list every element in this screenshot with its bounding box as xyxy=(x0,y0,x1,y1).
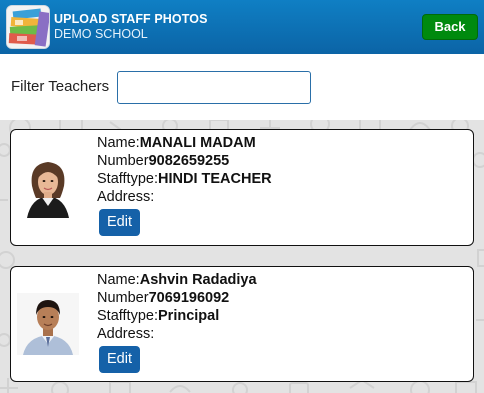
name-label: Name: xyxy=(97,135,140,151)
address-label: Address: xyxy=(97,326,155,342)
stafftype-row: Stafftype:HINDI TEACHER xyxy=(97,170,272,188)
address-row: Address: xyxy=(97,188,272,206)
staff-number: 9082659255 xyxy=(148,153,230,169)
staff-type: HINDI TEACHER xyxy=(158,171,272,187)
address-row: Address: xyxy=(97,325,257,343)
number-row: Number7069196092 xyxy=(97,289,257,307)
address-label: Address: xyxy=(97,189,155,205)
filter-teachers-input[interactable] xyxy=(117,71,311,104)
staff-info: Name:Ashvin Radadiya Number7069196092 St… xyxy=(97,271,257,373)
stafftype-row: Stafftype:Principal xyxy=(97,307,257,325)
name-row: Name:Ashvin Radadiya xyxy=(97,271,257,289)
stafftype-label: Stafftype: xyxy=(97,308,158,324)
staff-type: Principal xyxy=(158,308,220,324)
staff-card: Name:Ashvin Radadiya Number7069196092 St… xyxy=(10,266,474,382)
staff-card: Name:MANALI MADAM Number9082659255 Staff… xyxy=(10,129,474,246)
staff-list[interactable]: Name:MANALI MADAM Number9082659255 Staff… xyxy=(0,120,484,393)
staff-number: 7069196092 xyxy=(148,290,230,306)
staff-name: Ashvin Radadiya xyxy=(139,272,257,288)
number-label: Number xyxy=(97,290,149,306)
app-header: UPLOAD STAFF PHOTOS DEMO SCHOOL Back xyxy=(0,0,484,54)
page-title: UPLOAD STAFF PHOTOS xyxy=(54,12,208,26)
name-label: Name: xyxy=(97,272,140,288)
filter-label: Filter Teachers xyxy=(11,78,110,95)
filter-bar: Filter Teachers xyxy=(0,54,484,120)
number-row: Number9082659255 xyxy=(97,152,272,170)
stafftype-label: Stafftype: xyxy=(97,171,158,187)
back-button[interactable]: Back xyxy=(422,14,478,40)
edit-button[interactable]: Edit xyxy=(99,346,140,373)
female-staff-photo xyxy=(17,156,79,218)
edit-button[interactable]: Edit xyxy=(99,209,140,236)
male-staff-photo xyxy=(17,293,79,355)
name-row: Name:MANALI MADAM xyxy=(97,134,272,152)
number-label: Number xyxy=(97,153,149,169)
staff-name: MANALI MADAM xyxy=(139,135,256,151)
stacked-photos-icon xyxy=(6,5,50,49)
school-name: DEMO SCHOOL xyxy=(54,27,148,41)
staff-info: Name:MANALI MADAM Number9082659255 Staff… xyxy=(97,134,272,236)
